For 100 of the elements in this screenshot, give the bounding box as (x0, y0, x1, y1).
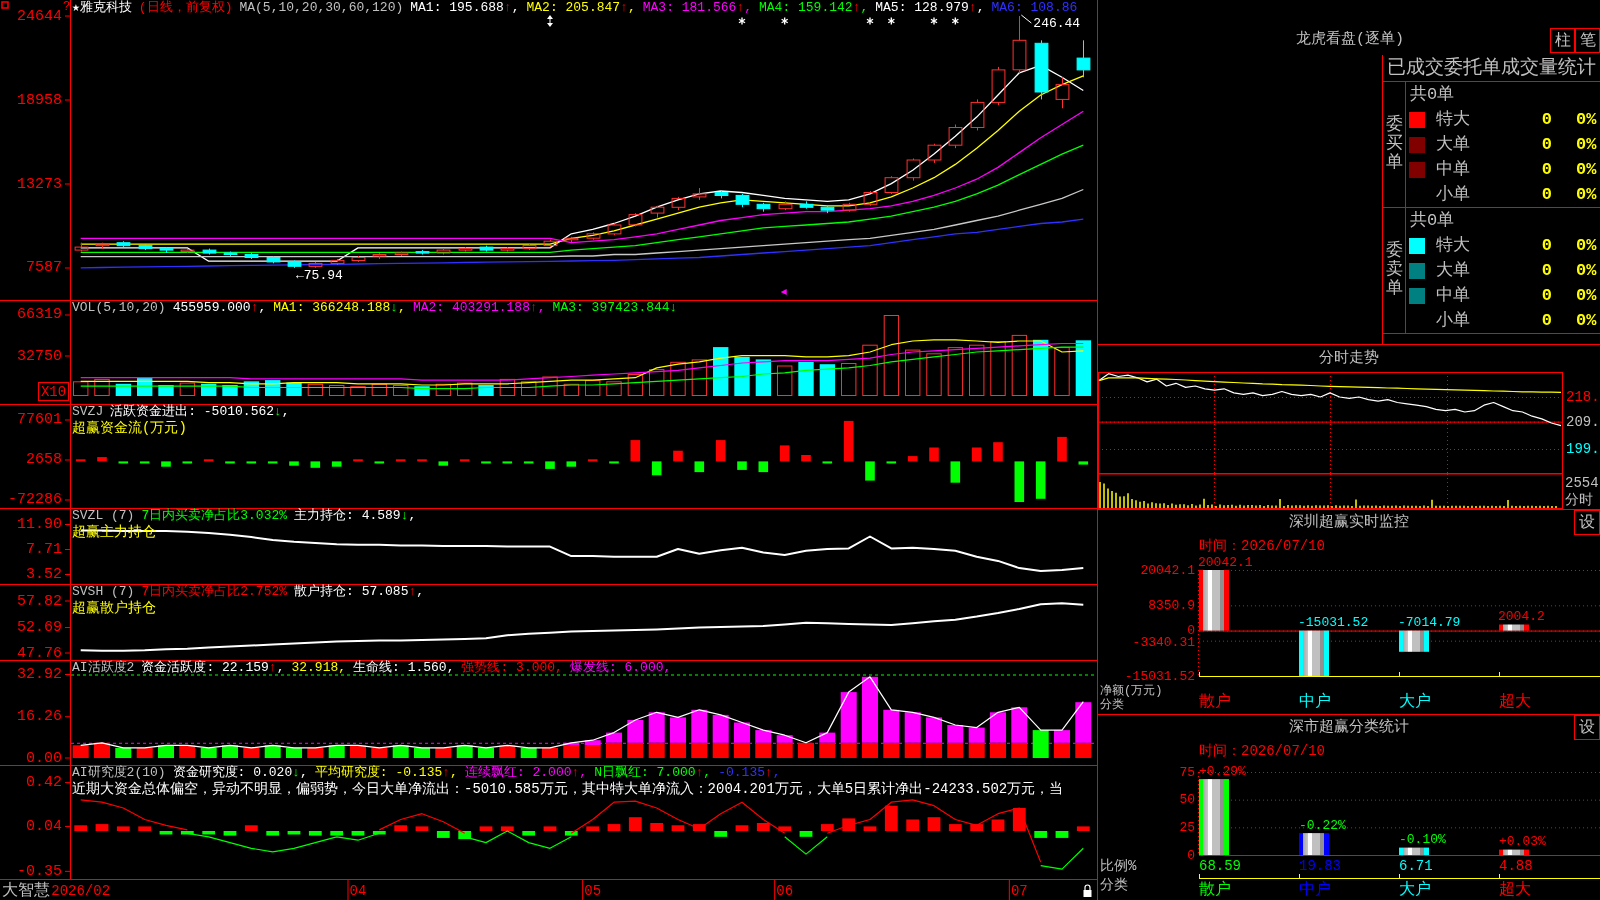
panel-title: 分时走势 (1319, 349, 1379, 368)
date-label: 06 (776, 883, 794, 899)
order-total: 共0单 (1410, 84, 1455, 106)
legend-text: 近期大资金总体偏空，异动不明显，偏弱势，今日大单净流出：-5010.585万元，其中特大单净流入：2004.201万元，大单5日累计净出-24233.502万元，当 (72, 781, 1064, 797)
y-tick-label: 0.00 (26, 749, 62, 765)
order-share: 0% (1576, 260, 1597, 281)
axis-title: 净额(万元) (1100, 684, 1163, 698)
legend-text: 活跃资金进出: -5010.562↓, (110, 404, 290, 420)
y-tick-label: 18958 (17, 91, 62, 109)
date-label: 2026/02 (51, 883, 111, 899)
legend-text: SVZJ (72, 404, 104, 420)
y-tick-label: 7.71 (26, 541, 62, 558)
bar-value-label: 20042.1 (1198, 556, 1253, 570)
legend-text: 资金活跃度: 22.159↑, (141, 660, 285, 676)
y-tick-label: 11.90 (17, 516, 62, 533)
category-label: 大户 (1399, 881, 1431, 899)
table-title: 已成交委托单成交量统计 (1387, 56, 1596, 80)
group-label: 委卖单 (1385, 242, 1403, 299)
legend-text: MA3: 397423.844↓ (552, 300, 678, 316)
legend-text: 生命线: 1.560, (353, 660, 455, 676)
legend-text: N日飘红: 7.000↑, (594, 765, 712, 781)
order-count: 0 (1541, 235, 1552, 256)
y-tick-label: -0.35 (17, 862, 62, 880)
legend-text: MA1: 366248.188↓, (273, 300, 406, 316)
y-tick-label: 50 (1179, 792, 1195, 808)
category-label: 散户 (1199, 693, 1231, 711)
legend-text: VOL(5,10,20) (72, 300, 166, 316)
row-label: 特大 (1436, 235, 1470, 256)
category-label: 超大 (1499, 693, 1531, 711)
timestamp: 时间：2026/07/10 (1199, 742, 1325, 760)
bar-value-label: -7014.79 (1398, 615, 1461, 631)
order-count: 0 (1541, 184, 1552, 205)
y-tick-label: 77601 (17, 411, 62, 429)
price-label: 246.44 (1033, 15, 1081, 31)
legend-text: ★雅克科技 (72, 0, 132, 16)
order-total: 共0单 (1410, 210, 1455, 232)
legend-text: 超赢散户持仓 (72, 600, 156, 616)
row-label: 中单 (1436, 285, 1470, 306)
legend-text: 爆发线: 6.000, (569, 660, 672, 676)
legend-text: (日线，前复权) (138, 0, 233, 16)
legend-text: 7日内买卖净占比3.032% (141, 508, 288, 524)
legend-text: 7日内买卖净占比2.752% (141, 584, 288, 600)
volume-scale-label: 2554 (1565, 475, 1599, 492)
category-label: 中户 (1299, 881, 1331, 899)
panel-title: 龙虎看盘(逐单) (1296, 31, 1404, 49)
y-tick-label: 0.04 (26, 817, 62, 835)
y-tick-label: 218. (1566, 389, 1600, 405)
brand-label: 大智慧 (2, 882, 50, 900)
legend-text: -0.135↑, (718, 765, 781, 781)
y-tick-label: 8350.9 (1148, 597, 1195, 613)
legend-text: 主力持仓: 4.589↓, (294, 508, 417, 524)
y-tick-label: 13273 (17, 175, 62, 193)
legend-text: 455959.000↑, (172, 300, 267, 316)
y-tick-label: 32750 (17, 347, 62, 365)
category-label: 超大 (1499, 881, 1531, 899)
legend-text: 连续飘红: 2.000↑, (464, 765, 588, 781)
legend-text: MA2: 205.847↑, (526, 0, 636, 16)
order-count: 0 (1541, 109, 1552, 130)
scale-factor-label: X10 (38, 382, 69, 401)
order-share: 0% (1576, 310, 1597, 331)
order-share: 0% (1576, 134, 1597, 155)
y-tick-label: 3.52 (26, 566, 62, 583)
y-tick-label: 47.76 (17, 644, 62, 660)
bar-value-label: 68.59 (1199, 858, 1241, 874)
axis-title: 分类 (1100, 877, 1128, 893)
y-tick-label: 0.42 (26, 774, 62, 792)
row-label: 大单 (1436, 134, 1470, 155)
y-tick-label: -72286 (8, 491, 62, 508)
legend-text: MA3: 181.566↑, (642, 0, 752, 16)
category-label: 中户 (1299, 693, 1331, 711)
bar-value-label: 2004.2 (1498, 609, 1545, 624)
legend-text: 平均研究度: -0.135↑, (314, 765, 458, 781)
order-share: 0% (1576, 184, 1597, 205)
bar-value-label: 4.88 (1499, 858, 1533, 874)
y-tick-label: 52.69 (17, 619, 62, 637)
panel-title: 深市超赢分类统计 (1289, 719, 1409, 737)
order-count: 0 (1541, 134, 1552, 155)
timestamp: 时间：2026/07/10 (1199, 537, 1325, 555)
y-tick-label: 66319 (17, 306, 62, 324)
legend-text: SVZL (7) (72, 508, 135, 524)
legend-text: AI活跃度2 (72, 660, 135, 676)
change-label: +0.03% (1499, 834, 1546, 850)
legend-text: MA1: 195.688↑, (410, 0, 520, 16)
mode-label: 分时 (1565, 492, 1593, 509)
axis-note: ? (63, 0, 71, 14)
y-tick-label: 7587 (26, 259, 62, 277)
legend-text: 资金研究度: 0.020↓, (172, 765, 308, 781)
panel-title: 深圳超赢实时监控 (1289, 514, 1409, 532)
order-count: 0 (1541, 285, 1552, 306)
change-label: -0.10% (1399, 832, 1446, 848)
legend-text: 超赢资金流(万元) (72, 420, 187, 436)
category-label: 大户 (1399, 693, 1431, 711)
bar-value-label: -15031.52 (1298, 615, 1369, 631)
order-share: 0% (1576, 235, 1597, 256)
legend-text: MA6: 108.86 (991, 0, 1078, 16)
bar-value-label: 6.71 (1399, 858, 1433, 874)
row-label: 大单 (1436, 260, 1470, 281)
y-tick-label: 75 (1179, 764, 1195, 780)
date-label: 04 (349, 883, 367, 899)
y-tick-label: -3340.31 (1132, 635, 1195, 651)
